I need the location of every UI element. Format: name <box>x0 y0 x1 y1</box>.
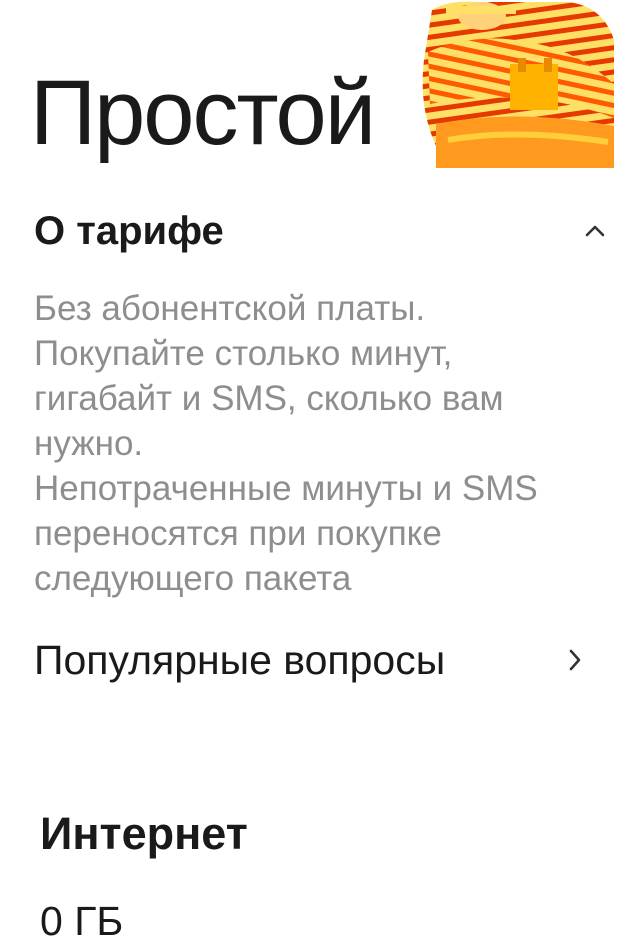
popular-questions-label: Популярные вопросы <box>34 636 446 683</box>
internet-section-title: Интернет <box>40 808 248 859</box>
about-tariff-title: О тарифе <box>34 208 224 253</box>
about-tariff-toggle[interactable]: О тарифе <box>34 200 606 262</box>
description-line: Непотраченные минуты и SMS переносятся п… <box>34 469 538 598</box>
description-line: Покупайте столько минут, гигабайт и SMS,… <box>34 334 504 463</box>
hero-illustration <box>418 0 618 168</box>
popular-questions-link[interactable]: Популярные вопросы <box>34 630 586 690</box>
tariff-description: Без абонентской платы. Покупайте столько… <box>34 286 594 601</box>
internet-balance-value: 0 ГБ <box>40 898 124 944</box>
description-line: Без абонентской платы. <box>34 289 426 328</box>
person-striped-sweater-illustration-icon <box>418 0 618 168</box>
chevron-up-icon[interactable] <box>584 220 606 242</box>
page-title: Простой <box>30 62 376 164</box>
chevron-right-icon[interactable] <box>564 645 586 675</box>
